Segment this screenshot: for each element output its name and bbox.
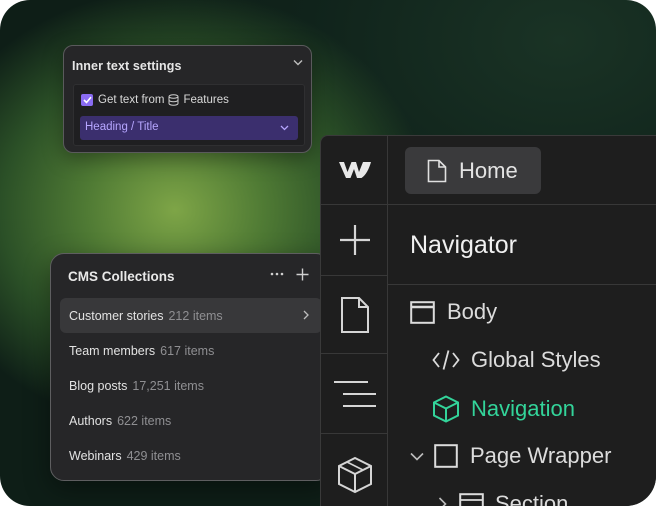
inner-text-settings-header[interactable]: Inner text settings (72, 57, 303, 73)
background-canvas: Inner text settings Get text from Featur (0, 0, 656, 506)
chevron-down-icon[interactable] (410, 452, 424, 461)
designer-window: Home Navigator Body Global Styles Naviga… (320, 135, 656, 506)
add-panel-button[interactable] (321, 205, 388, 276)
components-icon (337, 456, 372, 494)
field-select[interactable]: Heading / Title (80, 116, 298, 140)
body-icon (410, 300, 435, 324)
cms-collection-list: Customer stories 212 items Team members … (60, 298, 322, 473)
source-collection-name: Features (183, 94, 229, 106)
list-item-customer-stories[interactable]: Customer stories 212 items (60, 298, 322, 333)
more-options-icon[interactable] (269, 266, 285, 282)
code-icon (432, 350, 460, 370)
tree-node-label: Body (447, 299, 498, 324)
section-icon (459, 492, 484, 506)
designer-topbar: Home (388, 136, 656, 205)
get-text-checkbox[interactable] (81, 94, 93, 106)
add-collection-icon[interactable] (296, 268, 309, 281)
collection-name: Webinars (69, 448, 122, 463)
checkmark-icon (82, 96, 92, 104)
page-selector-button[interactable]: Home (405, 147, 541, 194)
collection-count: 17,251 items (132, 378, 204, 393)
add-icon (339, 225, 370, 255)
get-text-from-row: Get text from Features (81, 94, 229, 106)
chevron-right-icon[interactable] (438, 497, 447, 506)
navigator-icon (333, 380, 376, 407)
database-icon (168, 94, 179, 106)
webflow-logo-icon (338, 162, 371, 178)
page-selector-label: Home (459, 157, 518, 183)
collection-count: 429 items (126, 448, 181, 463)
navigator-title: Navigator (410, 231, 517, 259)
tree-node-label: Global Styles (471, 347, 601, 372)
list-item-blog-posts[interactable]: Blog posts 17,251 items (60, 368, 322, 403)
collection-name: Authors (69, 413, 113, 428)
tree-node-label: Section (495, 491, 569, 506)
collection-name: Blog posts (69, 378, 128, 393)
collection-name: Customer stories (69, 308, 164, 323)
field-select-value: Heading / Title (85, 121, 159, 133)
cms-collections-title: CMS Collections (68, 269, 175, 284)
div-block-icon (434, 444, 458, 468)
tree-node-label: Navigation (471, 396, 575, 421)
tree-node-global-styles[interactable]: Global Styles (432, 347, 601, 373)
navigator-panel-button[interactable] (321, 354, 388, 434)
inner-text-settings-title: Inner text settings (72, 59, 182, 73)
tree-node-navigation[interactable]: Navigation (432, 395, 575, 423)
tree-node-page-wrapper[interactable]: Page Wrapper (410, 443, 611, 469)
pages-panel-button[interactable] (321, 276, 388, 354)
list-item-webinars[interactable]: Webinars 429 items (60, 438, 322, 473)
collection-count: 617 items (160, 343, 215, 358)
tree-node-section[interactable]: Section (438, 491, 568, 506)
collection-count: 622 items (117, 413, 172, 428)
list-item-team-members[interactable]: Team members 617 items (60, 333, 322, 368)
component-icon (433, 395, 459, 423)
tree-node-label: Page Wrapper (470, 443, 612, 468)
navigator-header: Navigator (388, 205, 656, 285)
inner-text-settings-panel: Inner text settings Get text from Featur (63, 45, 312, 153)
left-toolbar (321, 136, 388, 506)
page-icon (340, 296, 369, 333)
components-panel-button[interactable] (321, 434, 388, 506)
page-icon (427, 159, 447, 182)
get-text-from-label: Get text from (98, 94, 165, 106)
chevron-right-icon (303, 310, 309, 320)
inner-text-settings-body: Get text from Features Heading / Title (73, 84, 305, 146)
tree-node-body[interactable]: Body (410, 299, 497, 325)
cms-collections-panel: CMS Collections Customer stories 212 ite… (50, 253, 330, 481)
collection-name: Team members (69, 343, 156, 358)
webflow-logo-cell[interactable] (321, 136, 388, 205)
chevron-down-icon[interactable] (293, 59, 303, 66)
chevron-down-icon (280, 125, 289, 131)
collection-count: 212 items (168, 308, 223, 323)
list-item-authors[interactable]: Authors 622 items (60, 403, 322, 438)
